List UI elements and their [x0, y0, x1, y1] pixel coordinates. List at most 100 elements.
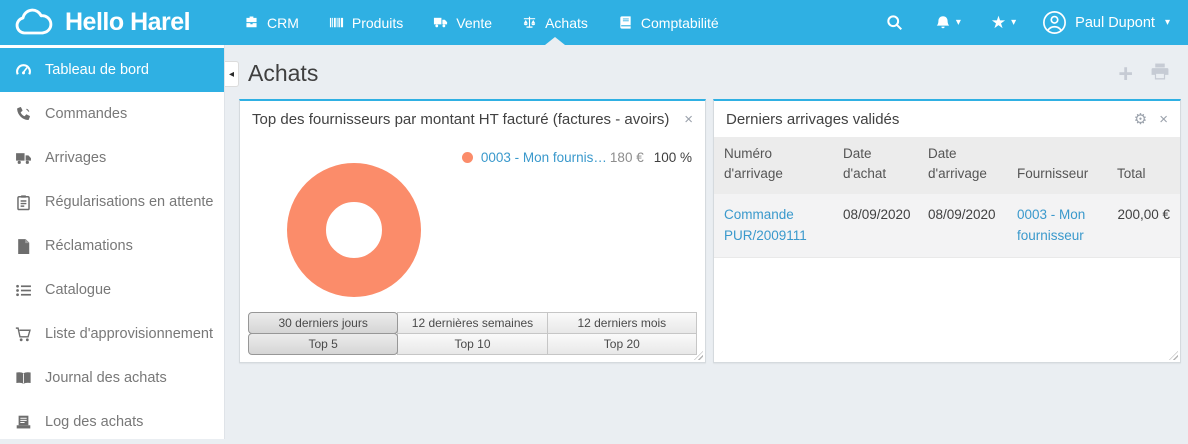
avatar-icon [1042, 10, 1067, 35]
open-book-icon [15, 370, 32, 387]
sidebar-item-arrivages[interactable]: Arrivages [0, 136, 224, 180]
chevron-down-icon: ▾ [956, 17, 961, 28]
top-button-group: Top 5 Top 10 Top 20 [248, 333, 697, 355]
brand-name: Hello Harel [65, 8, 190, 37]
briefcase-icon [244, 15, 259, 30]
list-icon [15, 282, 32, 299]
user-name: Paul Dupont [1075, 15, 1155, 31]
arrival-number-link[interactable]: Commande PUR/2009111 [724, 207, 807, 244]
sidebar-item-label: Commandes [45, 106, 127, 122]
sidebar-item-journal-achats[interactable]: Journal des achats [0, 356, 224, 400]
add-widget-button[interactable]: + [1118, 64, 1133, 84]
sidebar-item-label: Réclamations [45, 238, 133, 254]
chevron-down-icon: ▾ [1011, 17, 1016, 28]
notifications-menu[interactable]: ▾ [935, 15, 961, 31]
resize-handle-icon[interactable] [1169, 351, 1178, 360]
nav-item-achats[interactable]: Achats [507, 0, 603, 45]
column-header-total: Total [1107, 137, 1180, 194]
search-button[interactable] [886, 14, 903, 31]
top-button-5[interactable]: Top 5 [248, 333, 398, 355]
nav-label: Produits [352, 15, 403, 31]
sidebar-item-label: Régularisations en attente [45, 194, 213, 210]
sidebar-item-label: Tableau de bord [45, 62, 149, 78]
period-button-group: 30 derniers jours 12 dernières semaines … [248, 312, 697, 334]
period-button-12-semaines[interactable]: 12 dernières semaines [397, 312, 547, 334]
sidebar-item-liste-approvisionnement[interactable]: Liste d'approvisionnement [0, 312, 224, 356]
legend-amount: 180 € [610, 150, 644, 165]
chart-legend: 0003 - Mon fournis… 180 € 100 % [462, 150, 692, 165]
clipboard-icon [15, 194, 32, 211]
sidebar-item-label: Arrivages [45, 150, 106, 166]
user-menu[interactable]: Paul Dupont ▾ [1042, 10, 1170, 35]
column-header-date-achat: Date d'achat [833, 137, 918, 194]
widget-settings-button[interactable]: ⚙ [1134, 112, 1147, 127]
scale-icon [522, 15, 537, 30]
cell-date-achat: 08/09/2020 [833, 194, 918, 258]
period-button-30-jours[interactable]: 30 derniers jours [248, 312, 398, 334]
cloud-logo-icon [13, 8, 55, 37]
supplier-link[interactable]: 0003 - Mon fournisseur [1017, 207, 1085, 244]
sidebar-item-commandes[interactable]: Commandes [0, 92, 224, 136]
close-widget-button[interactable]: × [1159, 112, 1168, 127]
sidebar-collapse-button[interactable]: ◂ [225, 61, 239, 87]
file-icon [15, 238, 32, 255]
chart-filters: 30 derniers jours 12 dernières semaines … [248, 312, 697, 355]
widget-top-fournisseurs: Top des fournisseurs par montant HT fact… [239, 99, 706, 363]
cell-date-arrivage: 08/09/2020 [918, 194, 1007, 258]
main-menu: CRM Produits Vente Achats [229, 0, 734, 45]
bell-icon [935, 15, 951, 31]
printer-icon [1150, 62, 1170, 81]
chevron-down-icon: ▾ [1165, 17, 1170, 28]
dashboard-widgets: Top des fournisseurs par montant HT fact… [225, 97, 1188, 363]
period-button-12-mois[interactable]: 12 derniers mois [547, 312, 697, 334]
column-header-fournisseur: Fournisseur [1007, 137, 1107, 194]
tachometer-icon [15, 62, 32, 79]
widget-header: Derniers arrivages validés ⚙ × [714, 101, 1180, 137]
page-title: Achats [248, 60, 318, 87]
collapse-left-icon: ◂ [229, 69, 234, 80]
favorites-menu[interactable]: ★ ▾ [991, 14, 1016, 31]
nav-label: Vente [456, 15, 492, 31]
sidebar-item-label: Catalogue [45, 282, 111, 298]
book-icon [618, 15, 633, 30]
page-header: Achats + [225, 45, 1188, 97]
sidebar-item-label: Log des achats [45, 414, 143, 430]
app-logo[interactable]: Hello Harel [0, 8, 213, 37]
donut-chart[interactable] [287, 163, 421, 297]
legend-percent: 100 % [654, 150, 692, 165]
sidebar-item-regularisations[interactable]: Régularisations en attente [0, 180, 224, 224]
close-widget-button[interactable]: × [684, 112, 693, 127]
plus-icon: + [1118, 60, 1133, 88]
print-button[interactable] [1150, 62, 1170, 86]
phone-icon [15, 106, 32, 123]
widget-title: Derniers arrivages validés [726, 111, 899, 128]
page-actions: + [1118, 62, 1170, 86]
sidebar-item-catalogue[interactable]: Catalogue [0, 268, 224, 312]
cart-icon [15, 326, 32, 343]
sidebar: Tableau de bord Commandes Arrivages Régu… [0, 45, 225, 439]
navbar-right: ▾ ★ ▾ Paul Dupont ▾ [886, 10, 1188, 35]
nav-item-crm[interactable]: CRM [229, 0, 314, 45]
gear-icon: ⚙ [1134, 111, 1147, 128]
nav-label: Comptabilité [641, 15, 719, 31]
nav-label: CRM [267, 15, 299, 31]
barcode-icon [329, 15, 344, 30]
top-button-20[interactable]: Top 20 [547, 333, 697, 355]
table-header-row: Numéro d'arrivage Date d'achat Date d'ar… [714, 137, 1180, 194]
nav-item-produits[interactable]: Produits [314, 0, 418, 45]
legend-supplier-link[interactable]: 0003 - Mon fournis… [481, 150, 607, 165]
sidebar-item-reclamations[interactable]: Réclamations [0, 224, 224, 268]
content-area: ◂ Achats + Top de [225, 45, 1188, 439]
search-icon [886, 14, 903, 31]
scroll-icon [15, 414, 32, 431]
widget-header: Top des fournisseurs par montant HT fact… [240, 101, 705, 137]
top-button-10[interactable]: Top 10 [397, 333, 547, 355]
nav-label: Achats [545, 15, 588, 31]
cell-total: 200,00 € [1107, 194, 1180, 258]
close-icon: × [1159, 111, 1168, 128]
truck-icon [15, 150, 32, 167]
nav-item-vente[interactable]: Vente [418, 0, 507, 45]
nav-item-comptabilite[interactable]: Comptabilité [603, 0, 734, 45]
sidebar-item-log-achats[interactable]: Log des achats [0, 400, 224, 444]
sidebar-item-tableau-de-bord[interactable]: Tableau de bord [0, 48, 224, 92]
